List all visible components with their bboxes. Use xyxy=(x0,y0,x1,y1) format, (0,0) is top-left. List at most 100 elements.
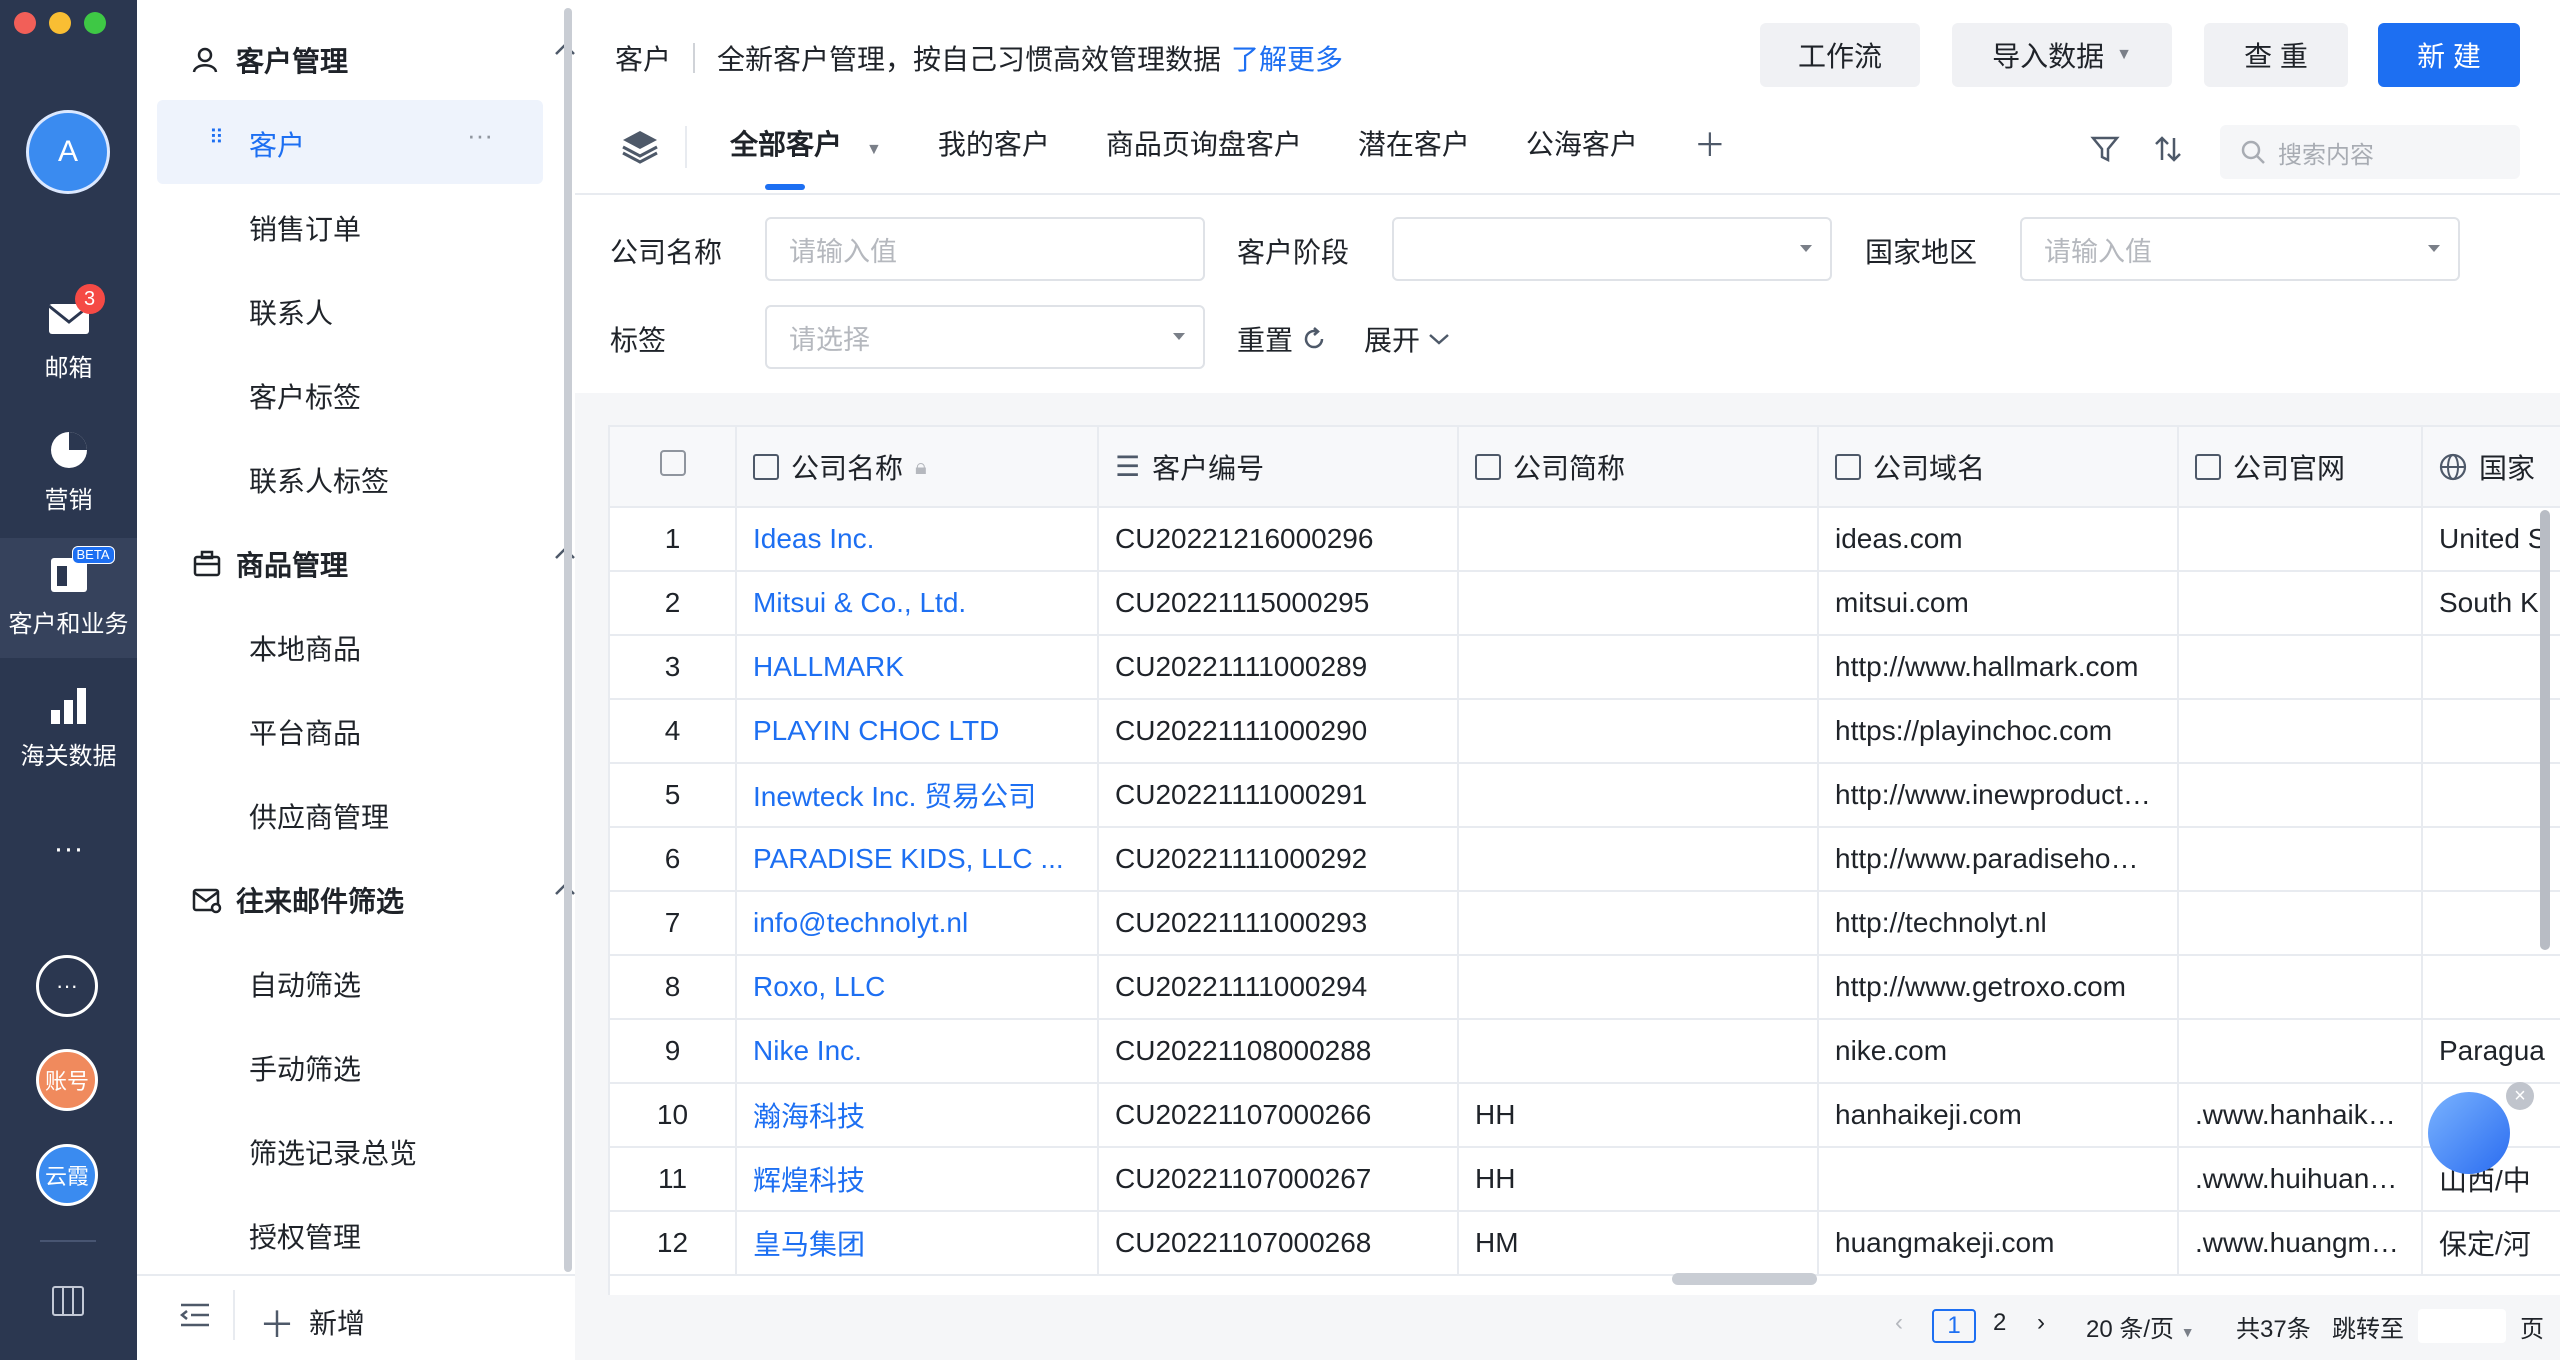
company-name-cell[interactable]: Nike Inc. xyxy=(736,1019,1099,1084)
column-header-country[interactable]: 国家 xyxy=(2422,427,2560,508)
cloud-avatar[interactable]: 云霞 xyxy=(36,1144,98,1206)
tab-all-customers[interactable]: 全部客户 ▼ xyxy=(730,123,882,163)
sidebar-item-filter-records[interactable]: 筛选记录总览 xyxy=(249,1132,417,1172)
caret-down-icon[interactable]: ▼ xyxy=(866,141,882,158)
table-horizontal-scrollbar[interactable] xyxy=(1672,1273,1817,1285)
add-module-button[interactable]: ＋ 新增 xyxy=(259,1296,365,1348)
drag-handle-icon[interactable]: ⠿ xyxy=(209,128,224,148)
company-name-input[interactable]: 请输入值 xyxy=(765,217,1205,281)
company-name-cell[interactable]: Mitsui & Co., Ltd. xyxy=(736,571,1099,636)
layout-toggle-icon[interactable] xyxy=(52,1286,84,1323)
more-apps-button[interactable]: ··· xyxy=(36,955,98,1017)
rail-item-customers[interactable]: BETA 客户和业务 xyxy=(0,538,137,658)
company-name-cell[interactable]: 辉煌科技 xyxy=(736,1147,1099,1212)
rail-item-mailbox[interactable]: 3 邮箱 xyxy=(0,284,137,383)
table-row[interactable]: 2 Mitsui & Co., Ltd. CU20221115000295 mitsu… xyxy=(610,571,2560,636)
account-avatar[interactable]: 账号 xyxy=(36,1049,98,1111)
table-row[interactable]: 4 PLAYIN CHOC LTD CU20221111000290 https://… xyxy=(610,699,2560,764)
assistant-bot-button[interactable] xyxy=(2428,1092,2510,1174)
sidebar-scrollbar[interactable] xyxy=(564,8,572,1272)
sidebar-item-customer-tags[interactable]: 客户标签 xyxy=(249,376,361,416)
sort-icon[interactable] xyxy=(2153,134,2183,171)
company-name-cell[interactable]: Roxo, LLC xyxy=(736,955,1099,1020)
company-name-cell[interactable]: Inewteck Inc. 贸易公司 xyxy=(736,763,1099,828)
table-vertical-scrollbar[interactable] xyxy=(2540,510,2550,950)
column-header-company-name[interactable]: 公司名称 🔒︎ xyxy=(736,427,1099,508)
minimize-window-button[interactable] xyxy=(49,12,71,34)
sidebar-item-authorization[interactable]: 授权管理 xyxy=(249,1216,361,1256)
sidebar-item-sales-orders[interactable]: 销售订单 xyxy=(249,208,361,248)
user-avatar[interactable]: A xyxy=(26,110,110,194)
layers-icon[interactable] xyxy=(620,128,660,171)
sidebar-group-email-filter[interactable]: 往来邮件筛选 xyxy=(192,880,575,920)
table-row[interactable]: 7 info@technolyt.nl CU20221111000293 http:/… xyxy=(610,891,2560,956)
refresh-icon xyxy=(1304,327,1324,349)
next-page-icon[interactable]: › xyxy=(2037,1309,2045,1337)
page-1-button[interactable]: 1 xyxy=(1932,1309,1976,1343)
table-row[interactable]: 5 Inewteck Inc. 贸易公司 CU20221111000291 http:… xyxy=(610,763,2560,828)
table-row[interactable]: 11 辉煌科技 CU20221107000267 HH .www.huihuang.co… xyxy=(610,1147,2560,1212)
column-header-customer-code[interactable]: ☰ 客户编号 xyxy=(1098,427,1459,508)
page-2-button[interactable]: 2 xyxy=(1993,1309,2006,1337)
column-title: 客户编号 xyxy=(1152,452,1265,484)
company-name-cell[interactable]: 皇马集团 xyxy=(736,1211,1099,1276)
tab-public-customers[interactable]: 公海客户 xyxy=(1526,123,1638,163)
collapse-menu-icon[interactable] xyxy=(179,1302,211,1335)
customer-stage-select[interactable] xyxy=(1392,217,1832,281)
workflow-button[interactable]: 工作流 xyxy=(1760,23,1920,87)
reset-button[interactable]: 重置 xyxy=(1237,319,1327,359)
sidebar-item-contact-tags[interactable]: 联系人标签 xyxy=(249,460,389,500)
close-window-button[interactable] xyxy=(14,12,36,34)
table-row[interactable]: 12 皇马集团 CU20221107000268 HM huangmakeji.com.… xyxy=(610,1211,2560,1276)
company-name-cell[interactable]: HALLMARK xyxy=(736,635,1099,700)
create-button[interactable]: 新 建 xyxy=(2378,23,2520,87)
close-bot-icon[interactable]: × xyxy=(2506,1082,2534,1110)
filter-icon[interactable] xyxy=(2090,134,2120,171)
expand-filters-button[interactable]: 展开 xyxy=(1364,319,1450,359)
sidebar-item-auto-filter[interactable]: 自动筛选 xyxy=(249,964,361,1004)
page-size-select[interactable]: 20 条/页 ▼ xyxy=(2086,1309,2195,1344)
sidebar-group-products[interactable]: 商品管理 xyxy=(192,544,575,584)
jump-page-input[interactable] xyxy=(2418,1309,2506,1343)
main-panel: 客户 全新客户管理，按自己习惯高效管理数据 了解更多 工作流 导入数据 ▼ 查 … xyxy=(575,0,2560,1360)
sidebar-item-manual-filter[interactable]: 手动筛选 xyxy=(249,1048,361,1088)
company-name-cell[interactable]: Ideas Inc. xyxy=(736,507,1099,572)
maximize-window-button[interactable] xyxy=(84,12,106,34)
select-all-cell[interactable] xyxy=(610,427,737,508)
table-row[interactable]: 9 Nike Inc. CU20221108000288 nike.com Paragu… xyxy=(610,1019,2560,1084)
column-header-short-name[interactable]: 公司简称 xyxy=(1458,427,1819,508)
column-header-domain[interactable]: 公司域名 xyxy=(1818,427,2179,508)
sidebar-group-customers[interactable]: 客户管理 xyxy=(192,40,575,80)
rail-item-customs[interactable]: 海关数据 xyxy=(0,684,137,771)
table-row[interactable]: 6 PARADISE KIDS, LLC ... CU20221111000292 h… xyxy=(610,827,2560,892)
table-row[interactable]: 10 瀚海科技 CU20221107000266 HH hanhaikeji.com .w… xyxy=(610,1083,2560,1148)
tag-select[interactable]: 请选择 xyxy=(765,305,1205,369)
company-name-cell[interactable]: info@technolyt.nl xyxy=(736,891,1099,956)
column-header-website[interactable]: 公司官网 xyxy=(2178,427,2423,508)
item-more-icon[interactable]: ··· xyxy=(467,120,493,151)
table-row[interactable]: 1 Ideas Inc. CU20221216000296 ideas.com Unit… xyxy=(610,507,2560,572)
rail-item-marketing[interactable]: 营销 xyxy=(0,428,137,515)
sidebar-item-suppliers[interactable]: 供应商管理 xyxy=(249,796,389,836)
add-tab-button[interactable]: ＋ xyxy=(1694,120,1726,166)
table-row[interactable]: 3 HALLMARK CU20221111000289 http://www.hall… xyxy=(610,635,2560,700)
company-name-cell[interactable]: 瀚海科技 xyxy=(736,1083,1099,1148)
tab-my-customers[interactable]: 我的客户 xyxy=(938,123,1050,163)
company-name-cell[interactable]: PLAYIN CHOC LTD xyxy=(736,699,1099,764)
dedupe-button[interactable]: 查 重 xyxy=(2204,23,2348,87)
tab-potential-customers[interactable]: 潜在客户 xyxy=(1358,123,1470,163)
select-all-checkbox[interactable] xyxy=(659,450,686,476)
country-select[interactable]: 请输入值 xyxy=(2020,217,2460,281)
learn-more-link[interactable]: 了解更多 xyxy=(1231,38,1343,78)
tab-inquiry-customers[interactable]: 商品页询盘客户 xyxy=(1106,123,1302,163)
sidebar-item-contacts[interactable]: 联系人 xyxy=(249,292,333,332)
sidebar-item-local-products[interactable]: 本地商品 xyxy=(249,628,361,668)
company-name-cell[interactable]: PARADISE KIDS, LLC ... xyxy=(736,827,1099,892)
search-input[interactable]: 搜索内容 xyxy=(2220,125,2520,179)
sidebar-item-platform-products[interactable]: 平台商品 xyxy=(249,712,361,752)
rail-more-button[interactable]: ··· xyxy=(0,832,137,866)
sidebar-item-customers[interactable]: 客户 xyxy=(249,124,305,164)
table-row[interactable]: 8 Roxo, LLC CU20221111000294 http://www.get… xyxy=(610,955,2560,1020)
import-data-button[interactable]: 导入数据 ▼ xyxy=(1952,23,2172,87)
prev-page-icon[interactable]: ‹ xyxy=(1895,1309,1903,1337)
